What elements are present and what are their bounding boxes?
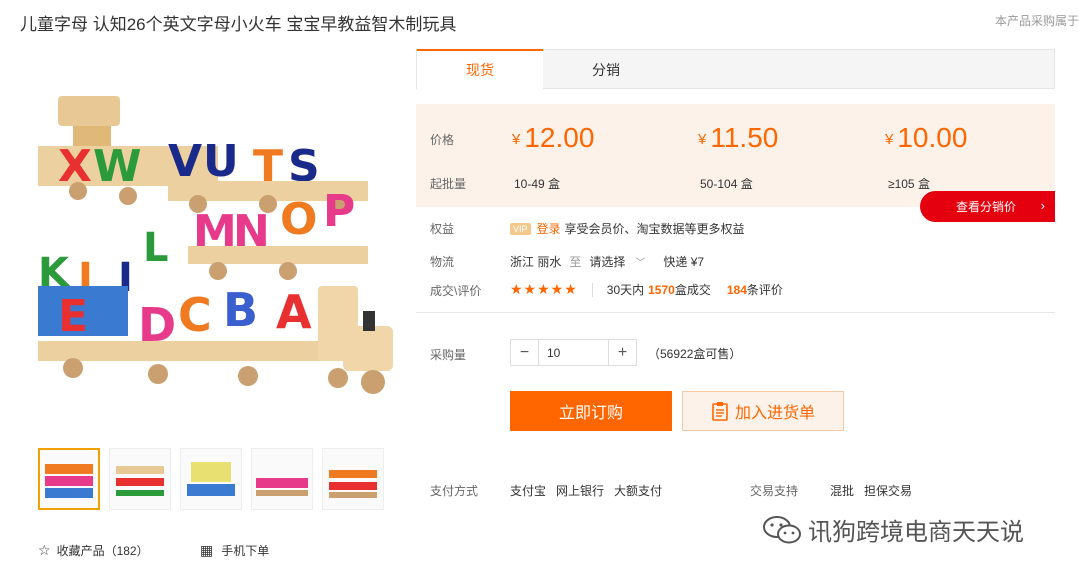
svg-text:V: V <box>168 136 202 187</box>
benefits-row: VIP 登录 享受会员价、淘宝数据等更多权益 <box>510 220 745 237</box>
payment-methods: 支付宝 网上银行 大额支付 <box>510 482 662 499</box>
price-label: 价格 <box>430 133 455 147</box>
sales-prefix: 30天内 <box>606 283 645 297</box>
decrease-button[interactable]: − <box>511 340 538 365</box>
product-title: 儿童字母 认知26个英文字母小火车 宝宝早教益智木制玩具 <box>20 15 457 34</box>
svg-text:U: U <box>203 136 239 187</box>
view-distribution-price-button[interactable]: 查看分销价 › <box>920 191 1055 222</box>
logistics-row: 浙江 丽水 至 请选择 ﹀ 快递 ¥7 <box>510 253 704 270</box>
login-link[interactable]: 登录 <box>537 220 561 237</box>
chevron-right-icon: › <box>1040 198 1045 213</box>
sales-suffix: 盒成交 <box>674 283 711 297</box>
thumbnail-strip <box>38 448 384 510</box>
mobile-order-button[interactable]: ▦ 手机下单 <box>200 542 269 559</box>
divider <box>591 282 593 297</box>
increase-button[interactable]: + <box>609 340 636 365</box>
thumbnail-2[interactable] <box>109 448 171 510</box>
chevron-down-icon: ﹀ <box>635 258 646 269</box>
trade-mixed-batch: 混批 <box>830 484 855 498</box>
qr-code-icon: ▦ <box>200 542 214 558</box>
rating-stars-icon: ★★★★★ <box>510 281 578 297</box>
payment-label: 支付方式 <box>430 484 479 498</box>
svg-text:E: E <box>58 291 88 342</box>
benefits-text: 享受会员价、淘宝数据等更多权益 <box>564 222 745 236</box>
vip-badge: VIP <box>510 222 531 235</box>
benefits-label: 权益 <box>430 222 455 236</box>
train-bottom: E D C B A <box>38 283 393 394</box>
thumbnail-4[interactable] <box>251 448 313 510</box>
quantity-stepper: − 10 + <box>510 339 637 366</box>
review-count[interactable]: 184 <box>727 283 747 297</box>
moq-tier-1: 10-49 盒 <box>514 177 561 191</box>
watermark-text: 讯狗跨境电商天天说 <box>808 519 1024 546</box>
favorite-label: 收藏产品（182） <box>56 544 149 558</box>
price-tier-3: ¥10.00 <box>885 122 968 153</box>
shipping-fee: 快递 ¥7 <box>663 255 705 269</box>
svg-text:P: P <box>323 186 355 237</box>
header-note: 本产品采购属于 <box>994 14 1079 28</box>
star-outline-icon: ☆ <box>38 542 51 558</box>
mobile-order-label: 手机下单 <box>221 544 270 558</box>
trade-guaranteed: 担保交易 <box>864 484 913 498</box>
logistics-label: 物流 <box>430 255 455 269</box>
sales-count[interactable]: 1570 <box>648 283 675 297</box>
tab-distribution[interactable]: 分销 <box>543 50 669 89</box>
payment-online-bank: 网上银行 <box>556 484 605 498</box>
moq-tier-2: 50-104 盒 <box>700 177 753 191</box>
svg-text:O: O <box>280 194 317 245</box>
price-tier-2: ¥11.50 <box>698 122 779 153</box>
price-tier-1: ¥12.00 <box>512 122 595 153</box>
favorite-button[interactable]: ☆ 收藏产品（182） <box>38 542 149 559</box>
quantity-label: 采购量 <box>430 348 467 362</box>
distribution-button-label: 查看分销价 <box>956 200 1017 214</box>
stock-available: （56922盒可售） <box>648 347 742 361</box>
svg-text:B: B <box>223 283 258 337</box>
svg-text:C: C <box>178 288 212 342</box>
to-text: 至 <box>569 255 582 269</box>
trade-methods: 混批 担保交易 <box>830 482 912 499</box>
tab-in-stock[interactable]: 现货 <box>417 49 543 89</box>
wechat-icon <box>763 515 801 543</box>
add-to-cart-button[interactable]: 加入进货单 <box>682 391 844 431</box>
svg-text:A: A <box>276 285 312 339</box>
reviews-label: 成交\评价 <box>430 284 482 298</box>
train-top: X W V U T S <box>38 96 368 213</box>
review-suffix: 条评价 <box>746 283 783 297</box>
trade-support-label: 交易支持 <box>750 484 799 498</box>
reviews-row: ★★★★★ 30天内 1570 盒成交 184 条评价 <box>510 281 783 298</box>
thumbnail-3[interactable] <box>180 448 242 510</box>
moq-tier-3: ≥105 盒 <box>888 177 930 191</box>
quantity-input[interactable]: 10 <box>538 340 609 365</box>
watermark: 讯狗跨境电商天天说 <box>762 512 1024 547</box>
origin-text: 浙江 丽水 <box>510 255 562 269</box>
payment-alipay: 支付宝 <box>510 484 547 498</box>
product-main-image: X W V U T S M N O P K J I L E D C B A <box>38 96 393 394</box>
moq-label: 起批量 <box>430 177 467 191</box>
thumbnail-5[interactable] <box>322 448 384 510</box>
payment-large: 大额支付 <box>614 484 663 498</box>
destination-select[interactable]: 请选择 ﹀ <box>589 253 645 270</box>
add-to-cart-label: 加入进货单 <box>734 405 815 422</box>
buy-now-button[interactable]: 立即订购 <box>510 391 672 431</box>
clipboard-icon <box>712 402 728 421</box>
svg-text:L: L <box>143 225 169 271</box>
thumbnail-1[interactable] <box>38 448 100 510</box>
svg-text:W: W <box>93 141 142 192</box>
purchase-tabs: 现货 分销 <box>416 49 1055 89</box>
section-divider <box>416 312 1055 313</box>
